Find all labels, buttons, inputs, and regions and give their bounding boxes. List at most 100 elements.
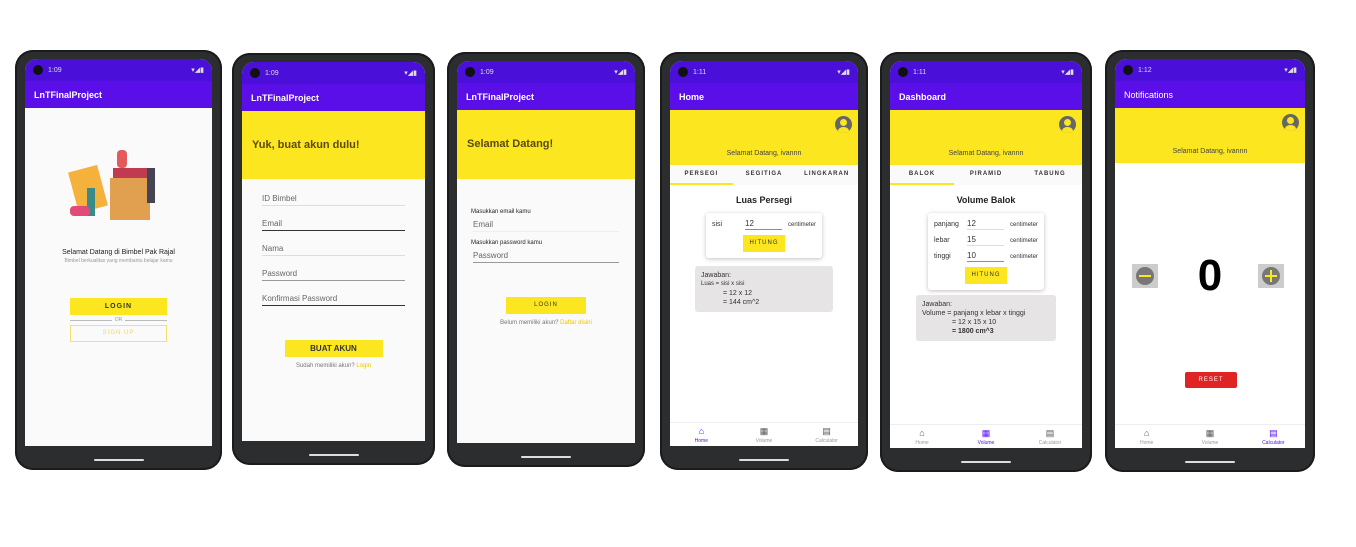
register-header: Yuk, buat akun dulu! xyxy=(242,111,425,179)
login-link[interactable]: Login xyxy=(356,363,371,369)
nav-calculator[interactable]: ▤ Calculator xyxy=(1018,425,1082,448)
login-header: Selamat Datang! xyxy=(457,110,635,179)
camera-icon xyxy=(33,65,43,75)
sisi-input[interactable]: 12 xyxy=(745,219,782,230)
login-prompt: Sudah memiliki akun? xyxy=(295,363,355,369)
status-bar: 1:12 ▾◢▮ xyxy=(1115,59,1305,81)
calc-title: Volume Balok xyxy=(956,195,1016,205)
id-bimbel-input[interactable]: ID Bimbel xyxy=(262,191,405,206)
login-heading: Selamat Datang! xyxy=(467,138,554,150)
status-icons: ▾◢▮ xyxy=(1284,67,1297,74)
nav-label: Volume xyxy=(755,438,773,444)
answer-box: Jawaban: Luas = sisi x sisi = 12 x 12 = … xyxy=(695,266,833,312)
home-indicator[interactable] xyxy=(739,459,789,461)
tab-balok[interactable]: BALOK xyxy=(890,165,954,185)
answer-formula: Luas = sisi x sisi xyxy=(701,281,745,287)
status-time: 1:09 xyxy=(480,68,494,76)
status-bar: 1:09 ▾◢▮ xyxy=(25,59,212,81)
register-link-row: Belum memiliki akun? Daftar disini xyxy=(457,320,635,326)
tab-lingkaran[interactable]: LINGKARAN xyxy=(795,165,858,185)
dashboard-screen: 1:11 ▾◢▮ Dashboard Selamat Datang, ivannn… xyxy=(890,61,1082,448)
nav-label: Calculator xyxy=(815,438,838,444)
home-icon: ⌂ xyxy=(919,428,925,438)
phone-home: 1:11 ▾◢▮ Home Selamat Datang, ivannn PERS… xyxy=(660,52,868,470)
confirm-password-input[interactable]: Konfirmasi Password xyxy=(262,291,405,306)
nav-volume[interactable]: ▦ Volume xyxy=(1178,425,1241,448)
nav-home[interactable]: ⌂ Home xyxy=(670,423,733,446)
welcome-text: Selamat Datang, ivannn xyxy=(1172,148,1248,155)
calculator-icon: ▤ xyxy=(1269,428,1278,438)
unit-label: centimeter xyxy=(1009,237,1038,244)
profile-icon[interactable] xyxy=(1059,116,1076,133)
tab-tabung[interactable]: TABUNG xyxy=(1018,165,1082,185)
password-input[interactable]: Password xyxy=(473,248,619,263)
status-time: 1:09 xyxy=(265,69,279,77)
home-icon: ⌂ xyxy=(698,426,705,436)
tab-segitiga[interactable]: SEGITIGA xyxy=(733,165,796,185)
home-indicator[interactable] xyxy=(521,456,571,458)
camera-icon xyxy=(1123,65,1133,75)
app-title: LnTFinalProject xyxy=(34,89,103,100)
answer-formula: Volume = panjang x lebar x tinggi xyxy=(922,310,1026,317)
camera-icon xyxy=(250,68,260,78)
phone-login: 1:09 ▾◢▮ LnTFinalProject Selamat Datang! … xyxy=(447,52,645,467)
nav-label: Volume xyxy=(977,440,995,446)
nav-home[interactable]: ⌂ Home xyxy=(890,425,954,448)
input-card: sisi 12 centimeter HITUNG xyxy=(706,213,822,258)
increment-button[interactable] xyxy=(1258,264,1284,288)
home-indicator[interactable] xyxy=(961,461,1011,463)
status-bar: 1:09 ▾◢▮ xyxy=(457,61,635,83)
tab-piramid[interactable]: PIRAMID xyxy=(954,165,1018,185)
hitung-button[interactable]: HITUNG xyxy=(743,235,785,252)
tinggi-row: tinggi 10 centimeter xyxy=(934,251,1038,262)
nav-calculator[interactable]: ▤ Calculator xyxy=(795,423,858,446)
app-bar: LnTFinalProject xyxy=(242,84,425,111)
profile-icon[interactable] xyxy=(1282,114,1299,131)
nav-label: Volume xyxy=(1201,440,1219,446)
tab-persegi[interactable]: PERSEGI xyxy=(670,165,733,185)
app-title: LnTFinalProject xyxy=(251,92,320,103)
input-card: panjang 12 centimeter lebar 15 centimeter ti… xyxy=(928,213,1044,290)
welcome-subtitle: Bimbel berkualitas yang membantu belajar… xyxy=(64,258,173,264)
calculator-icon: ▤ xyxy=(822,426,831,436)
email-label: Masukkan email kamu xyxy=(471,209,531,215)
panjang-input[interactable]: 12 xyxy=(967,219,1004,230)
tinggi-label: tinggi xyxy=(934,253,951,260)
reset-button[interactable]: RESET xyxy=(1185,372,1237,388)
login-button[interactable]: LOGIN xyxy=(506,297,586,314)
nav-label: Home xyxy=(915,440,929,446)
login-button[interactable]: LOGIN xyxy=(70,298,167,315)
register-link[interactable]: Daftar disini xyxy=(560,320,592,326)
tinggi-input[interactable]: 10 xyxy=(967,251,1004,262)
email-input[interactable]: Email xyxy=(473,217,619,232)
signup-button[interactable]: SIGN UP xyxy=(70,325,167,342)
nav-label: Home xyxy=(694,438,708,444)
buat-akun-button[interactable]: BUAT AKUN xyxy=(284,340,383,357)
home-indicator[interactable] xyxy=(308,454,359,456)
answer-result: = 1800 cm^3 xyxy=(952,328,994,335)
email-input[interactable]: Email xyxy=(262,216,405,231)
password-input[interactable]: Password xyxy=(262,266,405,281)
password-label: Masukkan password kamu xyxy=(471,240,543,246)
status-icons: ▾◢▮ xyxy=(837,69,850,76)
nav-label: Calculator xyxy=(1038,440,1062,446)
home-indicator[interactable] xyxy=(1185,461,1235,463)
nav-home[interactable]: ⌂ Home xyxy=(1115,425,1178,448)
nav-volume[interactable]: ▦ Volume xyxy=(954,425,1018,448)
home-indicator[interactable] xyxy=(93,459,144,461)
hitung-button[interactable]: HITUNG xyxy=(965,267,1007,284)
app-bar: LnTFinalProject xyxy=(457,83,635,110)
welcome-header: Selamat Datang, ivannn xyxy=(1115,108,1305,163)
plus-icon xyxy=(1262,267,1280,285)
lebar-input[interactable]: 15 xyxy=(967,235,1004,246)
nav-calculator[interactable]: ▤ Calculator xyxy=(1242,425,1305,448)
panjang-row: panjang 12 centimeter xyxy=(934,219,1038,230)
app-bar: LnTFinalProject xyxy=(25,81,212,108)
phone-dashboard: 1:11 ▾◢▮ Dashboard Selamat Datang, ivannn… xyxy=(880,52,1092,472)
nav-volume[interactable]: ▦ Volume xyxy=(733,423,796,446)
status-bar: 1:11 ▾◢▮ xyxy=(890,61,1082,83)
phone-welcome: 1:09 ▾◢▮ LnTFinalProject Selamat Datang d… xyxy=(15,50,222,470)
profile-icon[interactable] xyxy=(835,116,852,133)
nama-input[interactable]: Nama xyxy=(262,241,405,256)
status-time: 1:11 xyxy=(693,68,707,76)
